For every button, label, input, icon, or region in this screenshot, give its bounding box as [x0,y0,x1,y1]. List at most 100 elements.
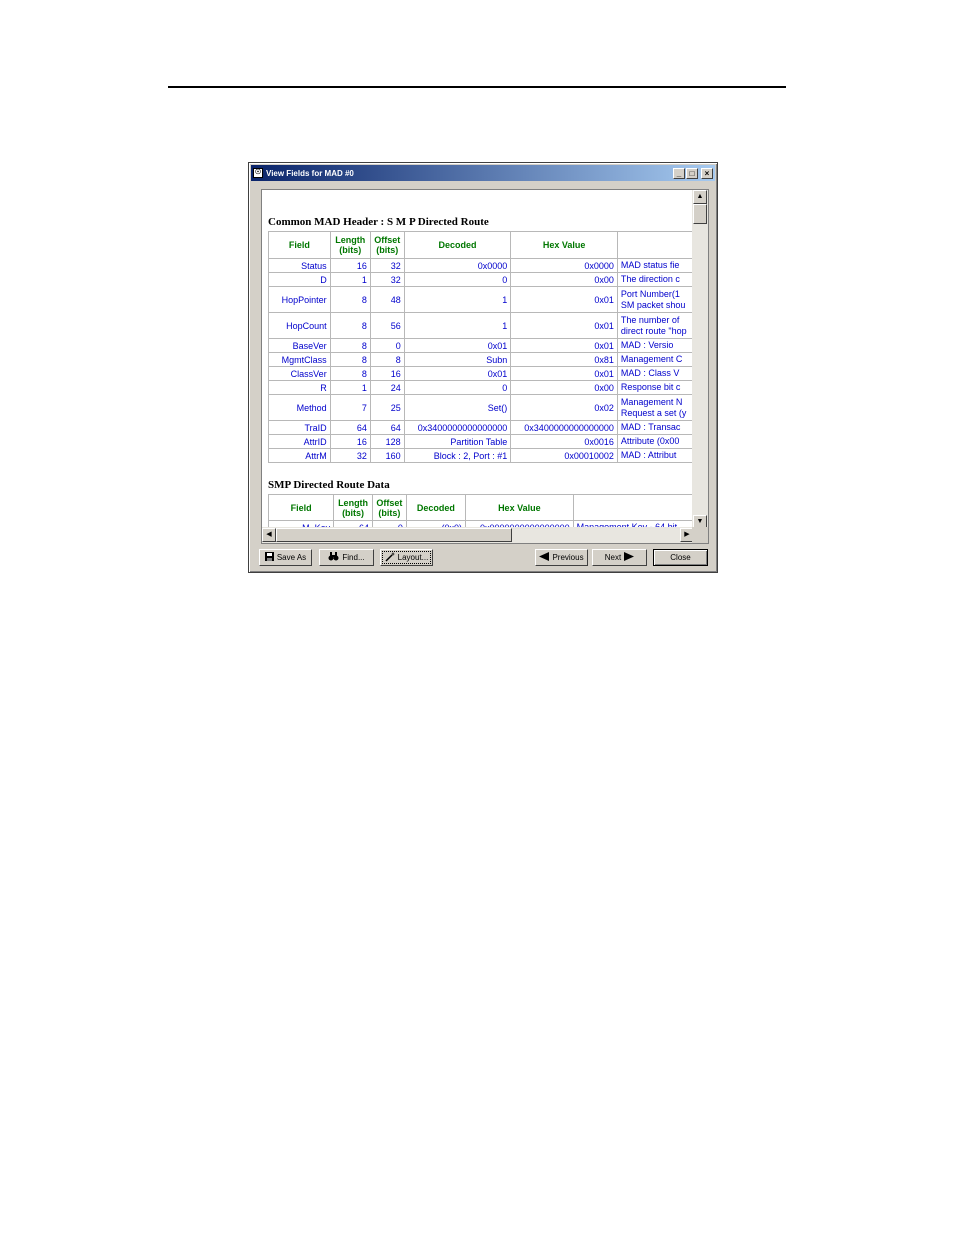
section-title-mad-header: Common MAD Header : S M P Directed Route [268,216,489,228]
cell-length: 8 [329,338,371,353]
cell-decoded: Set() [403,394,512,421]
scroll-up-icon[interactable]: ▲ [693,190,707,204]
magic-wand-icon [385,551,395,564]
scroll-corner [692,527,708,543]
cell-length: 1 [329,380,371,395]
cell-desc: MAD : Attribut [616,448,694,463]
cell-field: HopCount [268,312,331,339]
cell-hex: 0x01 [510,338,618,353]
column-header: Decoded [405,494,467,521]
binoculars-icon [328,552,339,563]
cell-length: 64 [329,420,371,435]
cell-desc: Management N Request a set (y [616,394,694,421]
cell-field: MgmtClass [268,352,331,367]
cell-hex: 0x02 [510,394,618,421]
table-header-row: Field Length (bits) Offset (bits) Decode… [268,231,694,259]
next-label: Next [604,553,622,562]
cell-desc: MAD status fie [616,258,694,273]
column-header: Length (bits) [329,231,371,259]
cell-offset: 32 [369,258,405,273]
mad-header-table: Field Length (bits) Offset (bits) Decode… [268,231,694,463]
column-header: Field [268,231,331,259]
cell-decoded: Block : 2, Port : #1 [403,448,512,463]
layout-label: Layout... [397,553,429,562]
horizontal-scrollbar[interactable]: ◀ ▶ [262,527,694,543]
cell-decoded: 0 [403,380,512,395]
cell-decoded: 0x3400000000000000 [403,420,512,435]
fields-view-pane[interactable]: Common MAD Header : S M P Directed Route… [261,189,709,544]
cell-hex: 0x3400000000000000 [510,420,618,435]
column-header: Offset (bits) [369,231,405,259]
column-header: Offset (bits) [371,494,407,521]
cell-offset: 64 [369,420,405,435]
close-label: Close [670,553,691,562]
layout-button[interactable]: Layout... [380,549,433,566]
minimize-button[interactable]: _ [673,167,685,179]
cell-offset: 48 [369,286,405,313]
table-row: HopCount 8 56 1 0x01 The number of direct rou… [268,312,694,339]
cell-field: HopPointer [268,286,331,313]
cell-desc: Port Number(1 SM packet shou [616,286,694,313]
section-title-smp-data: SMP Directed Route Data [268,479,390,491]
table-row: R 1 24 0 0x00 Response bit c [268,380,694,395]
horizontal-scroll-thumb[interactable] [276,528,512,542]
save-as-label: Save As [276,553,307,562]
scroll-left-icon[interactable]: ◀ [262,528,276,542]
cell-length: 8 [329,352,371,367]
find-label: Find... [342,553,365,562]
cell-field: Method [268,394,331,421]
cell-hex: 0x01 [510,312,618,339]
cell-offset: 24 [369,380,405,395]
cell-decoded: Partition Table [403,434,512,449]
vertical-scrollbar[interactable]: ▲ ▼ [692,190,708,529]
cell-field: ClassVer [268,366,331,381]
save-as-button[interactable]: Save As [259,549,312,566]
table-row: Status 16 32 0x0000 0x0000 MAD status fie [268,258,694,273]
title-bar[interactable]: ☉ View Fields for MAD #0 _ □ × [251,165,715,181]
cell-field: Status [268,258,331,273]
table-row: ClassVer 8 16 0x01 0x01 MAD : Class V [268,366,694,381]
cell-offset: 0 [369,338,405,353]
cell-offset: 128 [369,434,405,449]
cell-offset: 16 [369,366,405,381]
table-header-row: Field Length (bits) Offset (bits) Decode… [267,494,694,521]
cell-desc: Management C [616,352,694,367]
close-button[interactable]: Close [653,549,708,566]
maximize-button[interactable]: □ [686,167,698,179]
next-button[interactable]: Next [592,549,647,566]
table-row: MgmtClass 8 8 Subn 0x81 Management C [268,352,694,367]
cell-hex: 0x00 [510,272,618,287]
cell-desc: MAD : Class V [616,366,694,381]
cell-offset: 8 [369,352,405,367]
column-header: Hex Value [465,494,574,521]
floppy-disk-icon [264,552,274,563]
close-window-button[interactable]: × [701,167,713,179]
vertical-scroll-thumb[interactable] [693,204,707,224]
smp-data-table: Field Length (bits) Offset (bits) Decode… [267,494,694,529]
cell-hex: 0x01 [510,366,618,381]
cell-offset: 56 [369,312,405,339]
previous-button[interactable]: Previous [535,549,588,566]
table-row: Method 7 25 Set() 0x02 Management N Request a… [268,394,694,421]
cell-hex: 0x81 [510,352,618,367]
cell-desc: Response bit c [616,380,694,395]
cell-desc: The number of direct route "hop [616,312,694,339]
previous-label: Previous [552,553,584,562]
arrow-right-icon [624,552,635,563]
window-title: View Fields for MAD #0 [266,168,354,178]
table-row: TraID 64 64 0x3400000000000000 0x34000000000… [268,420,694,435]
find-button[interactable]: Find... [319,549,374,566]
app-icon: ☉ [253,168,263,178]
cell-length: 7 [329,394,371,421]
column-header: Field [267,494,335,521]
cell-decoded: 0x0000 [403,258,512,273]
cell-hex: 0x0016 [510,434,618,449]
column-header: Decoded [403,231,512,259]
cell-length: 16 [329,258,371,273]
cell-hex: 0x00010002 [510,448,618,463]
cell-field: AttrM [268,448,331,463]
table-row: D 1 32 0 0x00 The direction c [268,272,694,287]
cell-decoded: 1 [403,286,512,313]
cell-field: D [268,272,331,287]
cell-hex: 0x0000 [510,258,618,273]
